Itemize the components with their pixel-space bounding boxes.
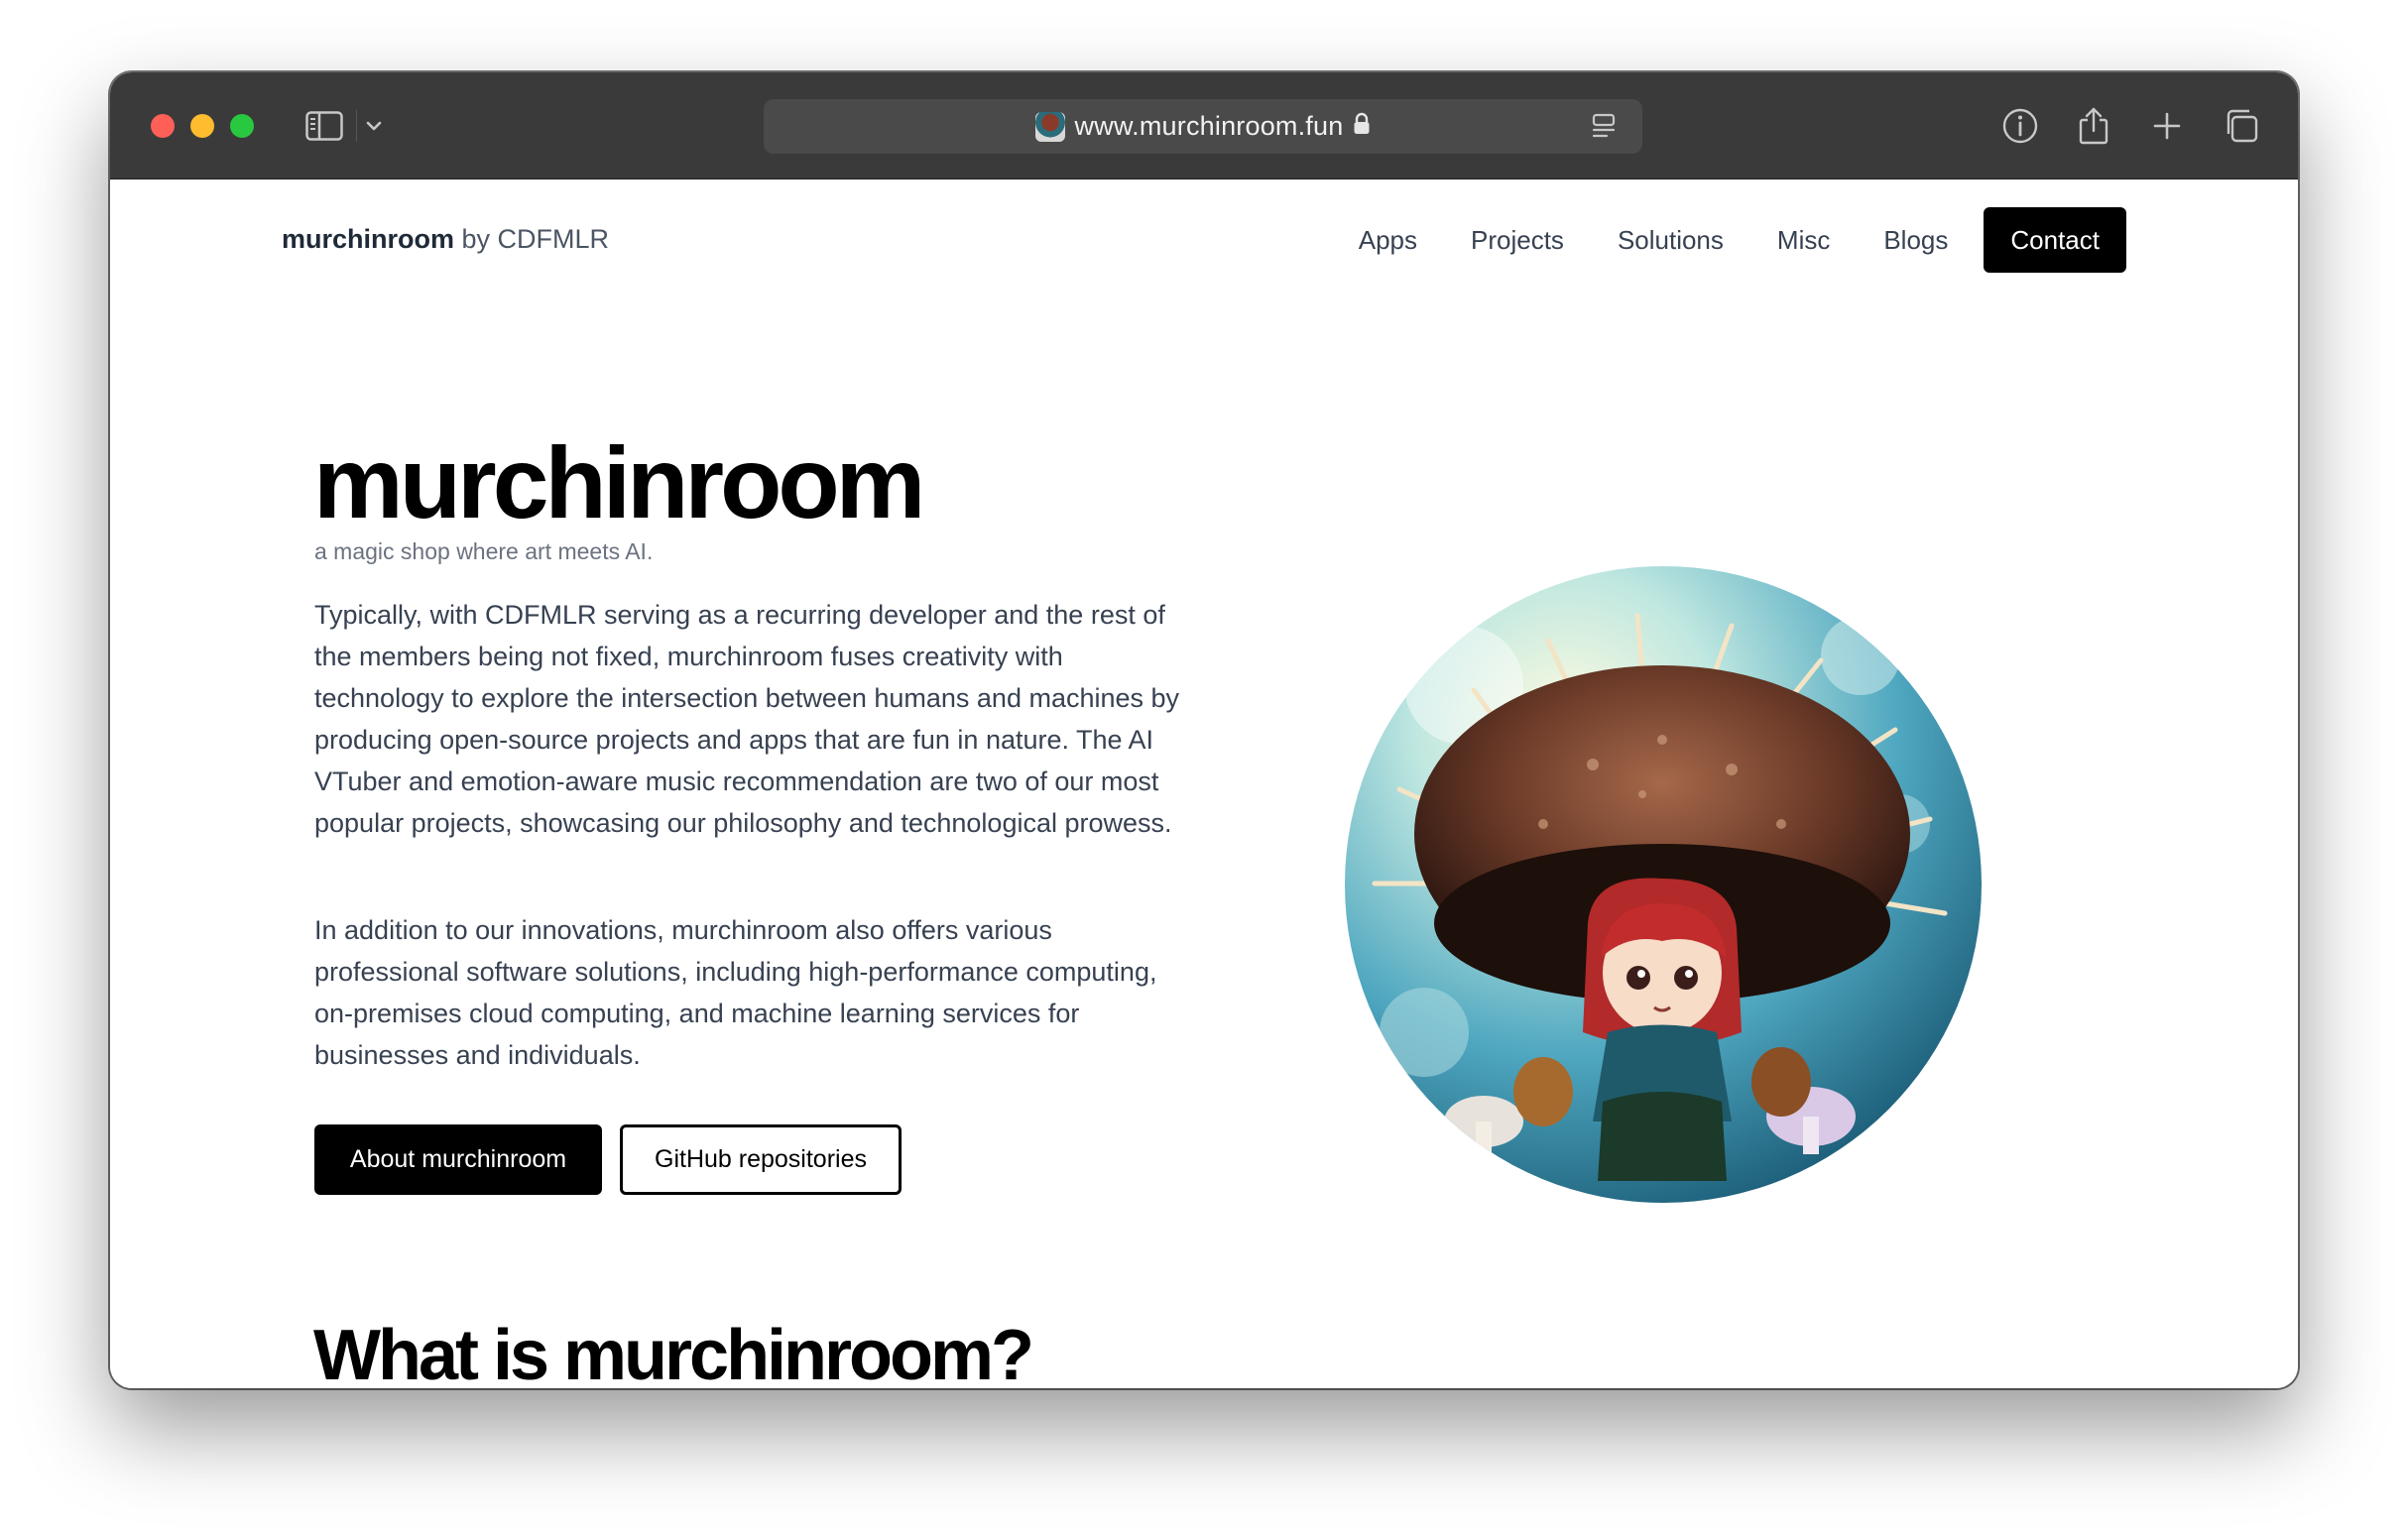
chevron-down-icon[interactable] [362,112,386,140]
site-nav: Apps Projects Solutions Misc Blogs Conta… [1359,207,2126,273]
tab-overview-icon[interactable] [2219,103,2264,149]
para1-text-b: and [401,767,461,796]
hero-paragraph-2: In addition to our innovations, murchinr… [314,915,1157,1070]
brand-name: murchinroom [282,224,455,254]
para1-text-a: Typically, with CDFMLR serving as a recu… [314,600,1180,755]
sidebar-icon[interactable] [304,107,344,145]
desktop: www.murchinroom.fun murchinroom by CDFML… [0,0,2408,1535]
site-brand[interactable]: murchinroom by CDFMLR [282,224,609,255]
web-page: murchinroom by CDFMLR Apps Projects Solu… [110,179,2298,1388]
close-window-button[interactable] [151,114,175,138]
site-favicon [1034,111,1065,142]
reader-mode-icon[interactable] [1589,111,1619,141]
nav-link-apps[interactable]: Apps [1359,225,1417,256]
new-tab-icon[interactable] [2144,103,2190,149]
brand-suffix: by CDFMLR [461,224,610,254]
info-icon[interactable] [1997,103,2043,149]
hero-paragraph-1: Typically, with CDFMLR serving as a recu… [314,594,1187,844]
url-text: www.murchinroom.fun [1074,111,1344,141]
section-title: What is murchinroom? [313,1316,1034,1388]
minimize-window-button[interactable] [190,114,214,138]
address-bar[interactable]: www.murchinroom.fun [764,99,1642,154]
nav-link-blogs[interactable]: Blogs [1883,225,1948,256]
about-button[interactable]: About murchinroom [314,1124,602,1195]
lock-icon [1353,112,1371,141]
nav-link-solutions[interactable]: Solutions [1618,225,1724,256]
github-button[interactable]: GitHub repositories [620,1124,902,1195]
zoom-window-button[interactable] [230,114,254,138]
toolbar-divider [356,110,357,142]
hero-title: murchinroom [313,426,925,539]
music-recommendation-link[interactable]: emotion-aware music recommendation [461,767,922,796]
share-icon[interactable] [2071,103,2116,149]
nav-link-misc[interactable]: Misc [1777,225,1830,256]
hero-tagline: a magic shop where art meets AI. [314,538,654,564]
nav-link-projects[interactable]: Projects [1471,225,1564,256]
browser-window: www.murchinroom.fun murchinroom by CDFML… [110,72,2298,1388]
contact-button[interactable]: Contact [1984,207,2126,273]
mushroom-character-illustration [1345,566,1982,1203]
title-bar: www.murchinroom.fun [110,72,2298,179]
